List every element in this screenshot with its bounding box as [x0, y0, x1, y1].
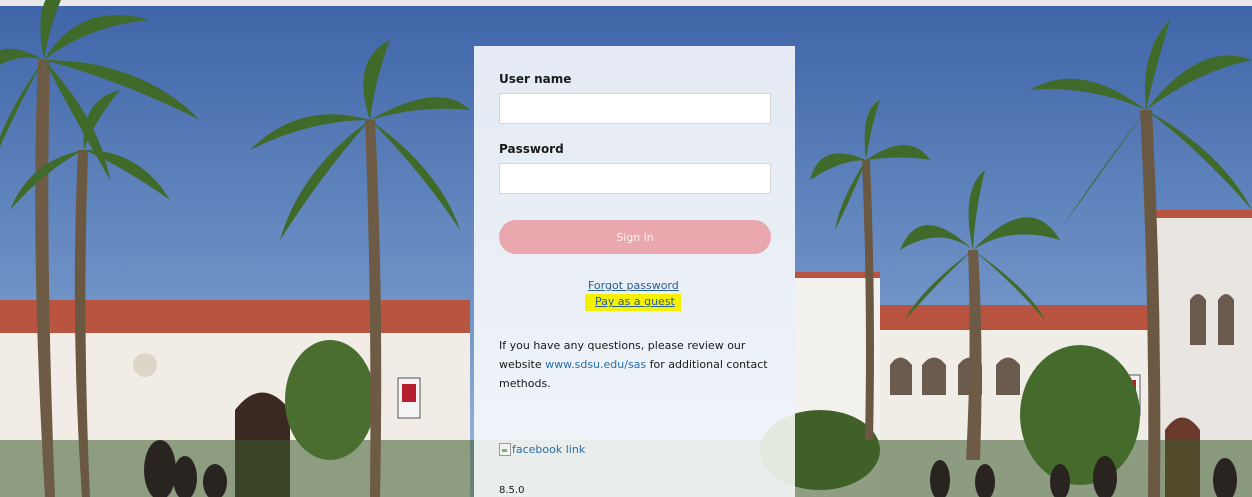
version-number: 8.5.0: [499, 485, 525, 496]
forgot-password-link[interactable]: Forgot password: [588, 279, 679, 292]
login-panel: User name Password Sign in Forgot passwo…: [474, 46, 795, 497]
sign-in-button[interactable]: Sign in: [499, 220, 771, 254]
pay-as-guest-link[interactable]: Pay as a guest: [595, 295, 675, 308]
password-label: Password: [499, 142, 564, 156]
broken-image-icon: [499, 443, 511, 456]
sas-website-link[interactable]: www.sdsu.edu/sas: [545, 358, 646, 371]
username-input[interactable]: [499, 93, 771, 124]
facebook-link[interactable]: facebook link: [499, 443, 585, 456]
help-text: If you have any questions, please review…: [499, 336, 779, 393]
facebook-link-alt-text: facebook link: [512, 443, 586, 456]
username-label: User name: [499, 72, 572, 86]
password-input[interactable]: [499, 163, 771, 194]
